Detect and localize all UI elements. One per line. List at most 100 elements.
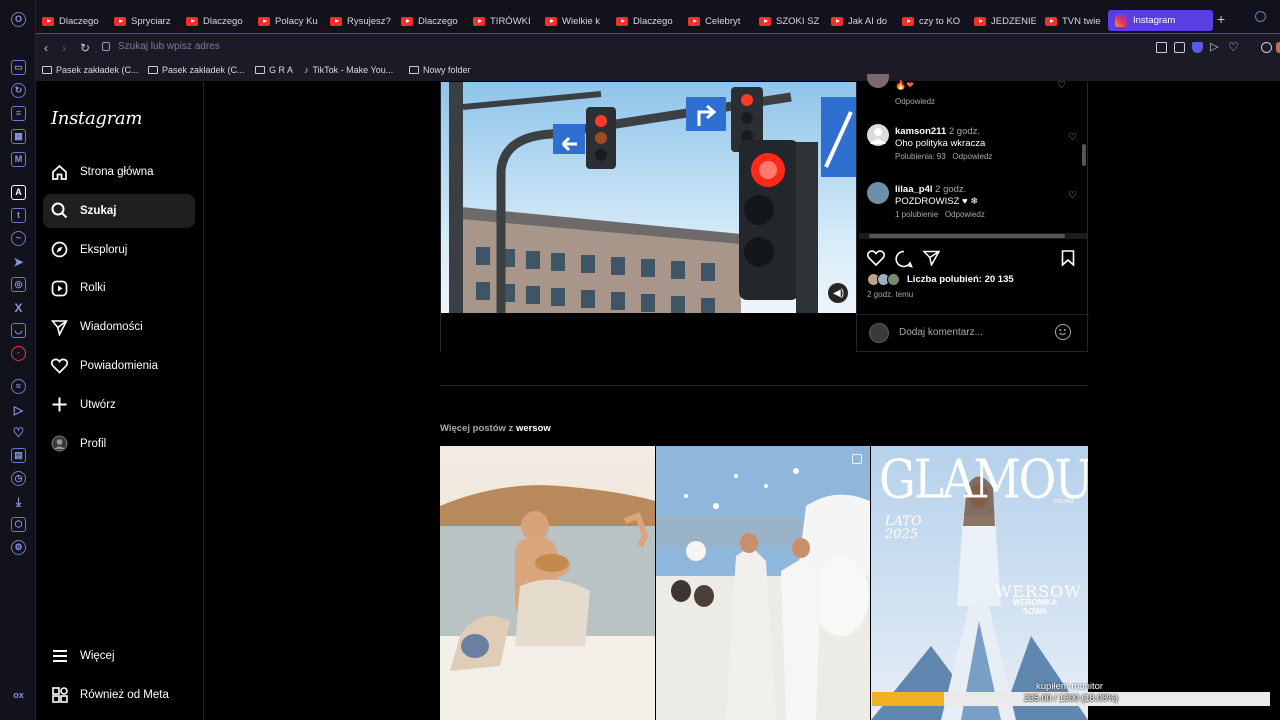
likes-count[interactable]: Liczba polubień: 20 135 (907, 274, 1014, 285)
browser-tab[interactable]: Dlaczego (186, 10, 248, 32)
share-send-icon[interactable] (922, 250, 941, 270)
browser-tab[interactable]: SZOKI SZ (759, 10, 821, 32)
reload-icon[interactable]: ↻ (80, 41, 90, 55)
pinboard-icon[interactable]: ▦ (11, 129, 26, 144)
comments-scrollbar[interactable] (1082, 144, 1086, 166)
ox-icon[interactable]: ox (11, 688, 26, 703)
messenger-icon[interactable]: ~ (11, 231, 26, 246)
nav-heart[interactable]: Powiadomienia (43, 349, 195, 383)
browser-tab[interactable]: TIRÓWKI (473, 10, 535, 32)
bookmark-item[interactable]: Pasek zakładek (C... (42, 65, 139, 75)
browser-tab[interactable]: Dlaczego (42, 10, 104, 32)
nav-avatar[interactable]: Profil (43, 427, 195, 461)
browser-tab[interactable]: Wielkie k (545, 10, 607, 32)
instagram-icon[interactable]: ◎ (11, 277, 26, 292)
nav-send[interactable]: Wiadomości (43, 310, 195, 344)
x-icon[interactable]: X (11, 300, 26, 315)
download-icon[interactable]: ⤓ (11, 494, 26, 509)
spotify-icon[interactable]: ≈ (11, 379, 26, 394)
aria-ai-icon[interactable]: A (11, 185, 26, 200)
browser-tab[interactable]: TVN twie (1045, 10, 1107, 32)
workspace-icon[interactable]: ≡ (11, 106, 26, 121)
bookmark-item[interactable]: Nowy folder (409, 65, 471, 75)
browser-tab[interactable]: Celebryt (688, 10, 750, 32)
post-time[interactable]: 2 godz. temu (867, 290, 913, 299)
forward-icon[interactable]: › (62, 41, 66, 55)
nav-plus[interactable]: Utwórz (43, 388, 195, 422)
back-icon[interactable]: ‹ (44, 41, 48, 55)
comment-likes[interactable]: 1 polubienie (895, 210, 938, 219)
comment-username[interactable]: lilaa_p4l 2 godz. (895, 184, 966, 195)
extensions-puzzle-icon[interactable] (1261, 42, 1272, 53)
comment-input[interactable]: Dodaj komentarz... (899, 327, 983, 338)
comment-bubble-icon[interactable] (895, 250, 913, 272)
bookmark-item[interactable]: ♪ TikTok - Make You... (304, 65, 393, 75)
instagram-logo[interactable]: Instagram (51, 108, 142, 129)
bookmark-page-icon[interactable] (1174, 42, 1185, 53)
save-bookmark-icon[interactable] (1061, 250, 1075, 270)
new-tab-plus-icon[interactable]: + (1217, 11, 1225, 27)
comment-like-heart-icon[interactable]: ♡ (1057, 80, 1066, 91)
extensions-icon[interactable]: ⬡ (11, 517, 26, 532)
meta-menu[interactable]: Również od Meta (43, 678, 195, 712)
bookmark-item[interactable]: Pasek zakładek (C... (148, 65, 245, 75)
nav-reels[interactable]: Rolki (43, 271, 195, 305)
tab-search-icon[interactable] (1255, 11, 1266, 22)
horizontal-scrollbar[interactable] (859, 233, 1087, 239)
address-input[interactable]: Szukaj lub wpisz adres (118, 41, 220, 52)
comment-likes[interactable]: Polubienia: 93 (895, 152, 946, 161)
browser-tab[interactable]: Polacy Ku (258, 10, 320, 32)
nav-search[interactable]: Szukaj (43, 193, 195, 228)
bookmark-item[interactable]: G R A (255, 65, 293, 75)
snapshot-icon[interactable] (1156, 42, 1167, 53)
browser-tab[interactable]: Jak AI do (831, 10, 893, 32)
browser-tab[interactable]: czy to KO (902, 10, 964, 32)
comment-username[interactable]: kamson211 2 godz. (895, 126, 980, 137)
nav-compass[interactable]: Eksploruj (43, 233, 195, 267)
mute-icon[interactable]: ◀) (833, 288, 844, 299)
grid-post-glamour-cover[interactable]: GLAMOUR POLSKA LATO 2025 WERSOW WERONIKA… (871, 446, 1088, 720)
comment-avatar[interactable] (867, 74, 889, 88)
scroll-thumb[interactable] (869, 234, 1065, 238)
opera-logo-icon[interactable]: O (11, 12, 26, 27)
profile-icon[interactable] (1276, 42, 1280, 53)
carousel-icon (852, 454, 862, 464)
settings-icon[interactable]: ⚙ (11, 540, 26, 555)
twitch-icon[interactable]: t (11, 208, 26, 223)
like-heart-icon[interactable] (866, 250, 886, 270)
comment-avatar[interactable] (867, 124, 889, 146)
browser-tab[interactable]: Spryciarz (114, 10, 176, 32)
reply-link[interactable]: Odpowiedz (895, 97, 935, 106)
comment-avatar[interactable] (867, 182, 889, 204)
browser-tab[interactable]: Rysujesz? (330, 10, 392, 32)
share-icon[interactable]: ▷ (1210, 42, 1221, 53)
grid-post[interactable] (440, 446, 655, 720)
reply-link[interactable]: Odpowiedz (945, 210, 985, 219)
tab-instagram[interactable]: Instagram (1108, 10, 1213, 31)
browser-tab[interactable]: Dlaczego (401, 10, 463, 32)
reply-link[interactable]: Odpowiedz (952, 152, 992, 161)
browser-tab[interactable]: Dlaczego (616, 10, 678, 32)
nav-home[interactable]: Strona główna (43, 155, 195, 189)
heart-icon[interactable]: ♡ (11, 425, 26, 440)
heart-icon[interactable]: ♡ (1228, 41, 1239, 53)
comment-like-heart-icon[interactable]: ♡ (1068, 132, 1077, 143)
telegram-icon[interactable]: ➤ (11, 254, 26, 269)
post-video[interactable] (441, 82, 856, 313)
vk-icon[interactable]: · (11, 346, 26, 361)
aria-icon[interactable]: ▭ (11, 60, 26, 75)
discord-icon[interactable]: ◡ (11, 323, 26, 338)
youtube-icon (902, 16, 914, 26)
emoji-icon[interactable] (1055, 324, 1071, 340)
comment-like-heart-icon[interactable]: ♡ (1068, 190, 1077, 201)
history-icon[interactable]: ↻ (11, 83, 26, 98)
tabs-icon[interactable]: ▤ (11, 448, 26, 463)
messenger-m-icon[interactable]: M (11, 152, 26, 167)
grid-post[interactable] (656, 446, 870, 720)
clock-icon[interactable]: ◷ (11, 471, 26, 486)
player-icon[interactable]: ▷ (11, 402, 26, 417)
more-posts-user[interactable]: wersow (516, 423, 551, 434)
vpn-shield-icon[interactable] (1192, 42, 1203, 53)
more-menu[interactable]: Więcej (43, 639, 195, 673)
browser-tab[interactable]: JEDZENIE (974, 10, 1036, 32)
